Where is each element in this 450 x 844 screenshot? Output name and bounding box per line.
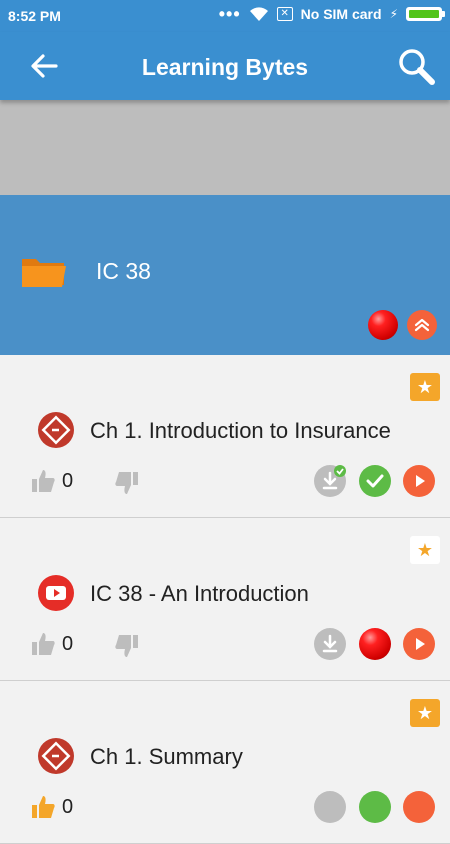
star-badge[interactable]: ★ (410, 699, 440, 727)
collapse-button[interactable] (407, 310, 437, 340)
thumbs-up-icon[interactable] (30, 794, 56, 820)
notification-dots-icon: ••• (218, 4, 241, 24)
play-icon (416, 475, 425, 487)
downloaded-button[interactable] (314, 791, 346, 823)
status-bar: 8:52 PM ••• ✕ No SIM card ⚡ (0, 0, 450, 32)
star-badge[interactable]: ★ (410, 536, 440, 564)
charging-icon: ⚡ (389, 7, 398, 21)
star-icon: ★ (416, 539, 434, 560)
folder-title: IC 38 (96, 258, 151, 284)
no-sim-icon: ✕ (276, 7, 293, 21)
list-item[interactable]: ★ IC 38 - An Introduction 0 (0, 518, 450, 681)
sim-status-text: No SIM card (300, 6, 382, 22)
list-item[interactable]: ★ Ch 1. Summary 0 (0, 681, 450, 844)
battery-icon (406, 7, 445, 21)
thumbs-down-icon[interactable] (114, 633, 140, 659)
folder-header[interactable]: IC 38 (0, 195, 450, 355)
play-button[interactable] (403, 465, 435, 497)
search-icon[interactable] (396, 46, 436, 86)
completed-badge (359, 791, 391, 823)
check-icon (366, 474, 384, 488)
star-icon: ★ (416, 376, 434, 397)
thumbs-up-icon[interactable] (30, 468, 56, 494)
item-title: IC 38 - An Introduction (90, 581, 309, 606)
play-button[interactable] (403, 791, 435, 823)
youtube-icon (38, 575, 74, 611)
app-bar: Learning Bytes (0, 32, 450, 100)
play-icon (416, 638, 425, 650)
like-count: 0 (62, 633, 74, 655)
folder-icon (22, 259, 66, 287)
downloaded-button[interactable] (314, 465, 346, 497)
like-count: 0 (62, 796, 74, 818)
page-title: Learning Bytes (141, 54, 309, 80)
play-button[interactable] (403, 628, 435, 660)
status-indicator-red (368, 310, 398, 340)
download-button[interactable] (314, 628, 346, 660)
ebook-icon (38, 738, 74, 774)
star-icon: ★ (416, 702, 434, 723)
wifi-icon (249, 7, 268, 21)
thumbs-up-icon[interactable] (30, 631, 56, 657)
banner-placeholder (0, 100, 450, 195)
list-item[interactable]: ★ Ch 1. Introduction to Insurance 0 (0, 355, 450, 518)
ebook-icon (38, 412, 74, 448)
item-title: Ch 1. Summary (90, 744, 243, 769)
download-done-icon (322, 465, 346, 490)
star-badge[interactable]: ★ (410, 373, 440, 401)
chevron-double-up-icon (414, 318, 430, 332)
status-time: 8:52 PM (8, 8, 61, 24)
status-indicator-red (359, 628, 391, 660)
download-icon (322, 634, 338, 653)
completed-badge (359, 465, 391, 497)
item-title: Ch 1. Introduction to Insurance (90, 418, 391, 443)
like-count: 0 (62, 470, 74, 492)
thumbs-down-icon[interactable] (114, 470, 140, 496)
